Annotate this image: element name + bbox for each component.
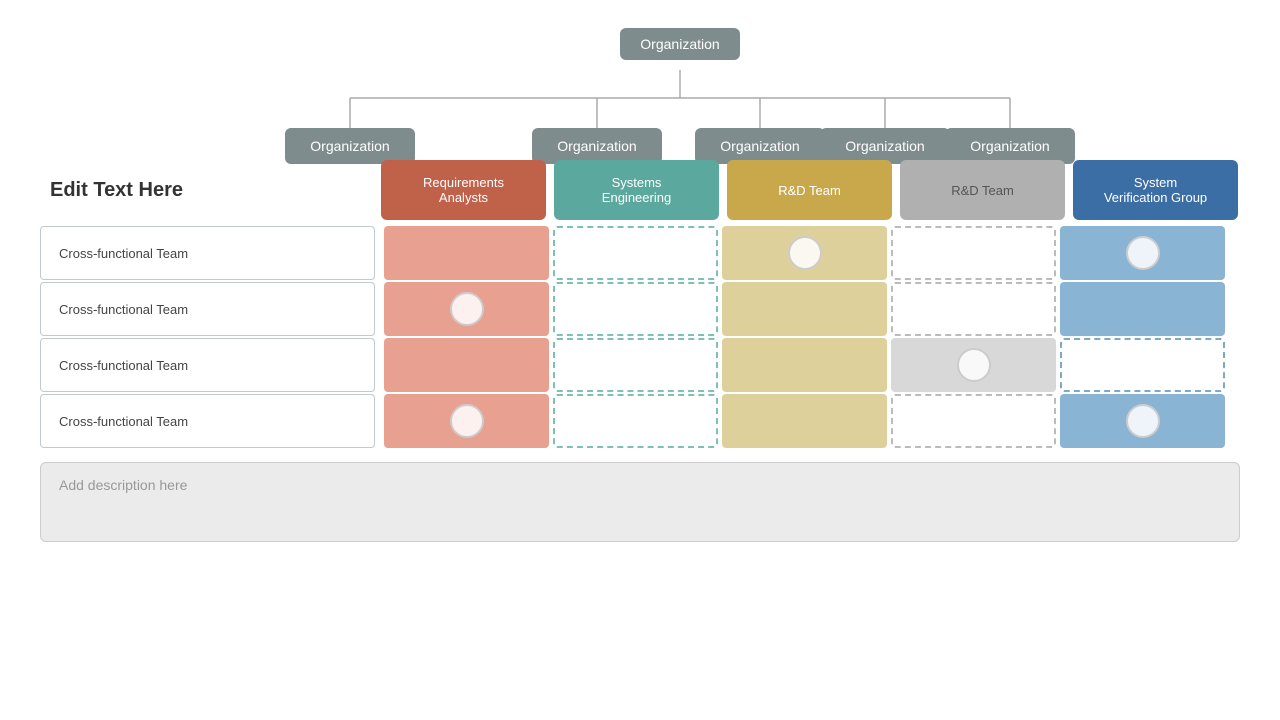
table-row: Cross-functional Team <box>40 282 1240 336</box>
description-box[interactable]: Add description here <box>40 462 1240 542</box>
raci-cell-r1-c0 <box>384 282 549 336</box>
row-label: Cross-functional Team <box>40 338 375 392</box>
main-container: Organization Organization Organization O… <box>0 0 1280 720</box>
team-label-req: Requirements Analysts <box>423 175 504 205</box>
raci-cell-r1-c4 <box>1060 282 1225 336</box>
l2-label-4: Organization <box>820 128 950 164</box>
l2-label-2: Organization <box>532 128 662 164</box>
raci-cell-r1-c2 <box>722 282 887 336</box>
raci-cell-r0-c1 <box>553 226 718 280</box>
raci-cell-r3-c4 <box>1060 394 1225 448</box>
raci-cell-r2-c2 <box>722 338 887 392</box>
raci-cell-r2-c3 <box>891 338 1056 392</box>
team-header-req: Requirements Analysts <box>381 160 546 220</box>
row-label: Cross-functional Team <box>40 226 375 280</box>
circle-indicator <box>450 404 484 438</box>
l2-box-4: Organization <box>820 128 950 164</box>
raci-cell-r1-c1 <box>553 282 718 336</box>
team-label-sys: Systems Engineering <box>602 175 671 205</box>
raci-cells <box>382 338 1240 392</box>
team-label-svr: System Verification Group <box>1104 175 1207 205</box>
raci-cell-r0-c4 <box>1060 226 1225 280</box>
l2-label-5: Organization <box>945 128 1075 164</box>
table-row: Cross-functional Team <box>40 338 1240 392</box>
team-header-sys: Systems Engineering <box>554 160 719 220</box>
l2-box-1: Organization <box>285 128 415 164</box>
l2-box-2: Organization <box>532 128 662 164</box>
raci-cell-r2-c4 <box>1060 338 1225 392</box>
raci-cells <box>382 226 1240 280</box>
table-row: Cross-functional Team <box>40 394 1240 448</box>
circle-indicator <box>788 236 822 270</box>
l2-label-3: Organization <box>695 128 825 164</box>
l2-box-3: Organization <box>695 128 825 164</box>
circle-indicator <box>1126 404 1160 438</box>
team-label-rnd2: R&D Team <box>951 183 1014 198</box>
edit-label[interactable]: Edit Text Here <box>40 160 379 220</box>
circle-indicator <box>957 348 991 382</box>
root-org-box: Organization <box>620 28 740 60</box>
raci-matrix: Edit Text Here Requirements Analysts Sys… <box>40 160 1240 448</box>
row-label: Cross-functional Team <box>40 282 375 336</box>
description-placeholder: Add description here <box>59 477 187 493</box>
l2-box-5: Organization <box>945 128 1075 164</box>
row-label: Cross-functional Team <box>40 394 375 448</box>
root-label: Organization <box>620 28 740 60</box>
table-row: Cross-functional Team <box>40 226 1240 280</box>
team-header-rnd1: R&D Team <box>727 160 892 220</box>
raci-cell-r2-c1 <box>553 338 718 392</box>
team-header-svr: System Verification Group <box>1073 160 1238 220</box>
raci-cell-r3-c3 <box>891 394 1056 448</box>
raci-cell-r2-c0 <box>384 338 549 392</box>
raci-cells <box>382 282 1240 336</box>
raci-cell-r3-c1 <box>553 394 718 448</box>
raci-cell-r0-c2 <box>722 226 887 280</box>
raci-cell-r0-c0 <box>384 226 549 280</box>
raci-cell-r1-c3 <box>891 282 1056 336</box>
circle-indicator <box>1126 236 1160 270</box>
l2-label-1: Organization <box>285 128 415 164</box>
raci-rows-container: Cross-functional TeamCross-functional Te… <box>40 226 1240 448</box>
raci-cell-r3-c2 <box>722 394 887 448</box>
org-tree: Organization Organization Organization O… <box>40 20 1240 150</box>
circle-indicator <box>450 292 484 326</box>
team-header-rnd2: R&D Team <box>900 160 1065 220</box>
raci-cell-r0-c3 <box>891 226 1056 280</box>
raci-cell-r3-c0 <box>384 394 549 448</box>
team-label-rnd1: R&D Team <box>778 183 841 198</box>
team-headers: Requirements Analysts Systems Engineerin… <box>379 160 1240 220</box>
raci-cells <box>382 394 1240 448</box>
